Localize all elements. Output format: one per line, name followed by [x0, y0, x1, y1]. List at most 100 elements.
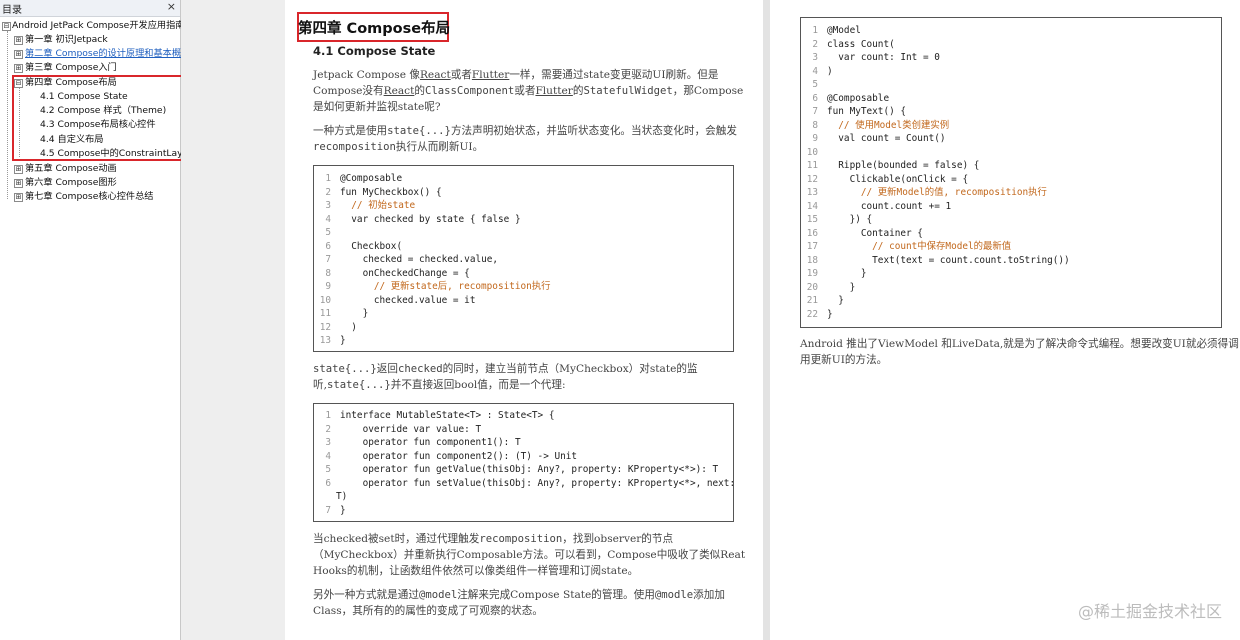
code-line: 20 }: [801, 281, 1221, 295]
line-number: 20: [806, 281, 818, 293]
code-line: 10: [801, 146, 1221, 160]
line-number: 9: [812, 133, 818, 144]
line-number: 12: [806, 173, 818, 185]
code-text: @Model: [827, 25, 861, 36]
code-text: // 更新Model的值, recomposition执行: [827, 187, 1047, 198]
code-text: onCheckedChange = {: [340, 267, 470, 279]
code-block-mycheckbox: 1 @Composable 2 fun MyCheckbox() {3 // 初始st…: [313, 165, 734, 352]
code-line: 19 }: [801, 267, 1221, 281]
code-text: // 使用Model类创建实例: [827, 119, 950, 131]
code-line: 4 operator fun component2(): (T) -> Unit: [314, 450, 733, 464]
code-line: 12 Clickable(onClick = {: [801, 173, 1221, 187]
code-text: var count: Int = 0: [827, 52, 940, 63]
line-number: 8: [325, 267, 331, 279]
code-text: override var value: T: [340, 423, 482, 435]
code-text: // 初始state: [340, 200, 416, 211]
code-line: T): [314, 490, 733, 504]
toc-title: 目录: [2, 5, 22, 16]
code-line: 8 onCheckedChange = {: [314, 267, 733, 281]
line-number: 5: [325, 464, 331, 475]
code-text: fun MyCheckbox() {: [340, 186, 442, 198]
code-text: }: [827, 308, 833, 320]
code-line: 6 @Composable: [801, 92, 1221, 106]
line-number: 13: [319, 335, 331, 346]
line-number: 7: [325, 254, 331, 265]
code-text: operator fun component2(): (T) -> Unit: [340, 450, 578, 462]
code-line: 8 // 使用Model类创建实例: [801, 119, 1221, 133]
line-number: 1: [812, 25, 818, 36]
line-number: 4: [325, 450, 331, 462]
line-number: 2: [325, 186, 331, 198]
code-line: 7 checked = checked.value,: [314, 253, 733, 267]
code-text: Ripple(bounded = false) {: [827, 160, 980, 171]
line-number: 3: [812, 52, 818, 63]
code-text: checked.value = it: [340, 294, 476, 306]
expand-icon[interactable]: ⊞: [14, 36, 23, 45]
link-react[interactable]: React: [384, 85, 415, 97]
collapse-icon[interactable]: ⊟: [2, 22, 11, 31]
code-text: }: [340, 504, 346, 516]
expand-icon[interactable]: ⊞: [14, 179, 23, 188]
code-text: Checkbox(: [340, 240, 403, 252]
code-line: 16 Container {: [801, 227, 1221, 241]
line-number: 5: [812, 79, 818, 90]
code-line: 13}: [314, 334, 733, 348]
code-line: 5: [314, 226, 733, 240]
paragraph-viewmodel: Android 推出了ViewModel 和LiveData,就是为了解决命令式…: [800, 338, 1239, 366]
line-number: 7: [812, 106, 818, 117]
line-number: 14: [806, 200, 818, 212]
link-flutter[interactable]: Flutter: [535, 85, 572, 97]
code-text: interface MutableState<T> : State<T> {: [340, 410, 555, 421]
line-number: 3: [325, 437, 331, 448]
expand-icon[interactable]: ⊞: [14, 193, 23, 202]
code-text: Clickable(onClick = {: [827, 173, 969, 185]
code-text: @Composable: [340, 173, 403, 184]
code-line: 14 count.count += 1: [801, 200, 1221, 214]
code-line: 1 @Composable: [314, 172, 733, 186]
code-text: operator fun component1(): T: [340, 437, 521, 448]
code-line: 2 fun MyCheckbox() {: [314, 186, 733, 200]
code-line: 11 Ripple(bounded = false) {: [801, 159, 1221, 173]
code-text: @Composable: [827, 92, 890, 104]
close-icon[interactable]: ×: [167, 0, 176, 13]
link-react[interactable]: React: [420, 69, 451, 81]
link-flutter[interactable]: Flutter: [472, 69, 509, 81]
code-text: val count = Count(): [827, 133, 946, 144]
line-number: 2: [325, 423, 331, 435]
line-number: 12: [319, 321, 331, 333]
code-text: }: [827, 268, 867, 279]
code-line: 3 operator fun component1(): T: [314, 436, 733, 450]
code-text: T): [336, 491, 348, 502]
code-text: var checked by state { false }: [340, 213, 521, 225]
code-line: 11 }: [314, 307, 733, 321]
code-line: 3 var count: Int = 0: [801, 51, 1221, 65]
paragraph-3: state{...}返回checked的同时，建立当前节点（MyCheckbox…: [313, 363, 698, 391]
expand-icon[interactable]: ⊞: [14, 165, 23, 174]
code-text: // 更新state后, recomposition执行: [340, 281, 551, 292]
line-number: 9: [325, 281, 331, 292]
chapter-title: 第四章 Compose布局: [298, 21, 451, 37]
code-line: 3 // 初始state: [314, 199, 733, 213]
code-line: 7 fun MyText() {: [801, 105, 1221, 119]
expand-icon[interactable]: ⊞: [14, 64, 23, 73]
code-line: 17 // count中保存Model的最新值: [801, 240, 1221, 254]
code-line: 22}: [801, 308, 1221, 322]
code-line: 2 class Count(: [801, 38, 1221, 52]
line-number: 13: [806, 187, 818, 198]
code-text: }: [827, 295, 844, 306]
code-line: 1 @Model: [801, 24, 1221, 38]
document-page-right: 1 @Model 2 class Count(3 var count: Int = 0…: [770, 0, 1240, 640]
line-number: 21: [806, 295, 818, 306]
line-number: 15: [806, 214, 818, 225]
line-number: 8: [812, 119, 818, 131]
toc-sidebar: 目录 × ⊟ Android JetPack Compose开发应用指南 ⊞ 第…: [0, 0, 210, 640]
line-number: 7: [325, 504, 331, 516]
line-number: 22: [806, 308, 818, 320]
paragraph-5: 另外一种方式就是通过@model注解来完成Compose State的管理。使用…: [313, 589, 725, 617]
code-text: count.count += 1: [827, 200, 952, 212]
line-number: 11: [319, 308, 331, 319]
expand-icon[interactable]: ⊞: [14, 50, 23, 59]
code-line: 4): [801, 65, 1221, 79]
code-line: 5: [801, 78, 1221, 92]
line-number: 6: [325, 477, 331, 489]
